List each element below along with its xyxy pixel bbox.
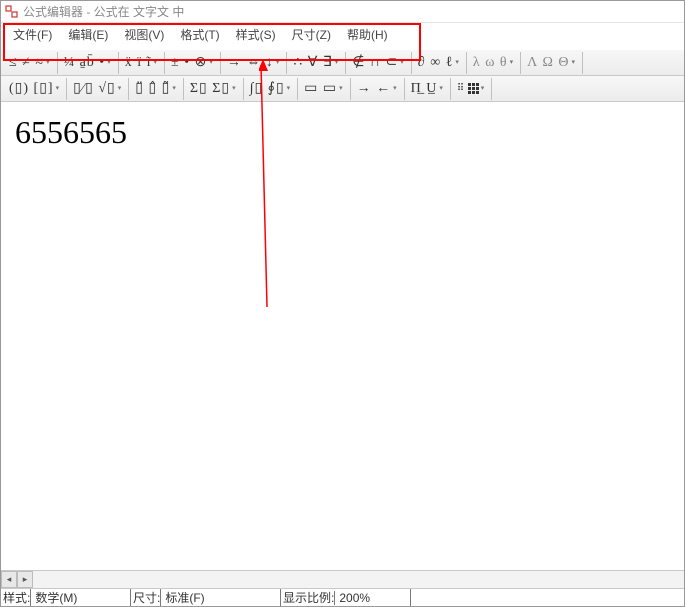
menu-file[interactable]: 文件(F) — [5, 24, 60, 45]
symbols-fractions[interactable]: ¼ a̱b̄ • — [58, 52, 119, 74]
menu-bar: 文件(F) 编辑(E) 视图(V) 格式(T) 样式(S) 尺寸(Z) 帮助(H… — [1, 23, 684, 45]
status-style-label: 样式: — [3, 589, 30, 606]
symbols-accents[interactable]: ẍ ï ĩ — [119, 52, 165, 74]
menu-edit[interactable]: 编辑(E) — [60, 24, 116, 45]
templates-brackets[interactable]: (▯) [▯] — [3, 78, 67, 100]
status-style-value[interactable]: 数学(M) — [30, 589, 128, 606]
symbols-logic[interactable]: ∴ ∀ ∃ — [287, 52, 346, 74]
templates-sub-sup[interactable]: ▯̈ ▯̂ ▯̃ — [129, 78, 184, 100]
templates-labeled-arrow[interactable]: → ← — [351, 78, 405, 100]
templates-fraction-root[interactable]: ▯⁄▯ √▯ — [67, 78, 129, 100]
matrix-icon-slots: ⠿ — [457, 83, 463, 94]
matrix-icon — [468, 83, 479, 94]
formula-content: 6556565 — [15, 114, 127, 150]
templates-matrix[interactable]: ⠿ — [451, 78, 492, 100]
menu-view[interactable]: 视图(V) — [116, 24, 172, 45]
templates-sum[interactable]: Σ▯ Σ▯ — [184, 78, 244, 100]
window-title: 公式编辑器 - 公式在 文字文 中 — [23, 3, 184, 20]
scroll-right-button[interactable]: ▸ — [17, 571, 33, 588]
symbols-relations[interactable]: ≤ ≠ ≈ — [3, 52, 58, 74]
symbols-greek-upper[interactable]: Λ Ω Θ — [521, 52, 583, 74]
templates-product[interactable]: Π̲ U̲ — [405, 78, 451, 100]
templates-integral[interactable]: ∫▯ ∮▯ — [244, 78, 299, 100]
menu-format[interactable]: 格式(T) — [172, 24, 227, 45]
menu-help[interactable]: 帮助(H) — [339, 24, 396, 45]
symbols-set[interactable]: ∉ ∩ ⊂ — [346, 52, 412, 74]
horizontal-scrollbar[interactable]: ◂ ▸ — [1, 570, 684, 588]
app-icon — [5, 5, 19, 19]
templates-overbar[interactable]: ▭ ▭ — [298, 78, 350, 100]
symbols-greek-lower[interactable]: λ ω θ — [467, 52, 521, 74]
menu-style[interactable]: 样式(S) — [228, 24, 284, 45]
scroll-left-button[interactable]: ◂ — [1, 571, 17, 588]
status-zoom-value[interactable]: 200% — [334, 591, 408, 605]
scroll-track[interactable] — [33, 571, 684, 588]
status-size-label: 尺寸: — [133, 589, 160, 606]
toolbar-remainder — [519, 76, 684, 102]
symbols-misc[interactable]: ∂ ∞ ℓ — [412, 52, 467, 74]
symbols-arrows[interactable]: → ⇔ ↓ — [221, 52, 288, 74]
symbols-operators[interactable]: ± • ⊗ — [165, 52, 221, 74]
symbol-toolbar: ≤ ≠ ≈ ¼ a̱b̄ • ẍ ï ĩ ± • ⊗ → ⇔ ↓ ∴ ∀ ∃ ∉… — [1, 50, 684, 76]
status-bar: 样式: 数学(M) 尺寸: 标准(F) 显示比例: 200% — [1, 588, 684, 606]
menu-size[interactable]: 尺寸(Z) — [284, 24, 339, 45]
status-zoom-label: 显示比例: — [283, 589, 334, 606]
formula-editor[interactable]: 6556565 — [1, 102, 684, 566]
title-bar: 公式编辑器 - 公式在 文字文 中 — [1, 1, 684, 23]
status-size-value[interactable]: 标准(F) — [160, 589, 278, 606]
